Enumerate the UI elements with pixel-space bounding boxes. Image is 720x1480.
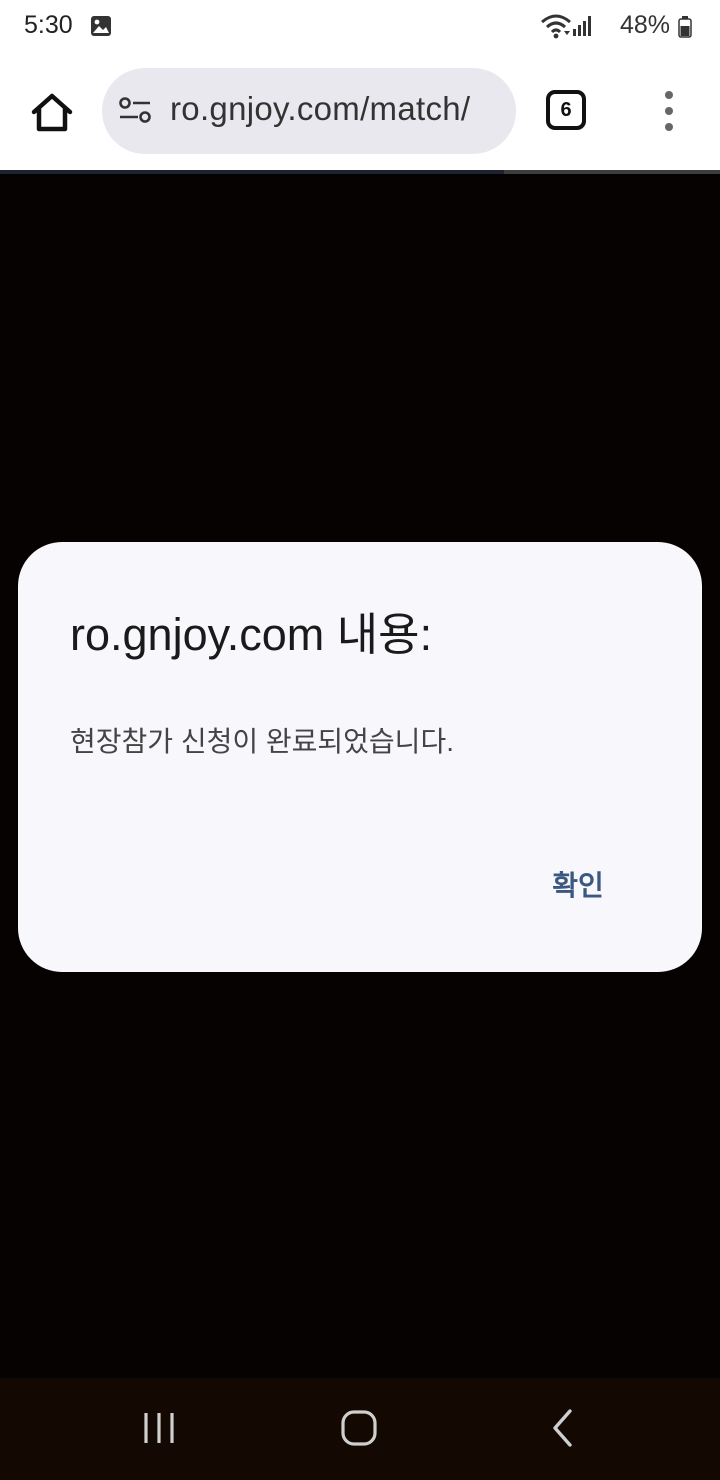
recents-icon[interactable] bbox=[140, 1410, 180, 1451]
system-nav-bar bbox=[0, 1378, 720, 1480]
status-bar: 5:30 48% bbox=[0, 0, 720, 52]
wifi-icon bbox=[540, 13, 572, 44]
ok-button[interactable]: 확인 bbox=[528, 860, 628, 912]
battery-icon bbox=[678, 16, 692, 43]
url-bar[interactable]: ro.gnjoy.com/match/ bbox=[102, 68, 516, 154]
tabs-icon: 6 bbox=[546, 90, 586, 130]
url-text[interactable]: ro.gnjoy.com/match/ bbox=[170, 90, 502, 128]
home-icon bbox=[22, 93, 82, 146]
more-options-button[interactable] bbox=[652, 90, 686, 132]
nav-home-icon[interactable] bbox=[340, 1408, 380, 1453]
alert-dialog: ro.gnjoy.com 내용: 현장참가 신청이 완료되었습니다. 확인 bbox=[18, 542, 702, 972]
back-icon[interactable] bbox=[548, 1408, 578, 1453]
battery-percent: 48% bbox=[619, 11, 670, 39]
home-button[interactable] bbox=[22, 82, 82, 142]
browser-toolbar: ro.gnjoy.com/match/ 6 bbox=[0, 52, 720, 170]
status-time: 5:30 bbox=[24, 11, 73, 39]
dialog-message: 현장참가 신청이 완료되었습니다. bbox=[70, 726, 454, 757]
signal-icon bbox=[572, 15, 592, 42]
gallery-icon bbox=[90, 15, 112, 42]
tab-switcher-button[interactable]: 6 bbox=[546, 90, 586, 130]
more-vert-icon bbox=[652, 91, 686, 136]
site-settings-icon[interactable] bbox=[118, 96, 154, 131]
dialog-title: ro.gnjoy.com 내용: bbox=[70, 609, 433, 660]
